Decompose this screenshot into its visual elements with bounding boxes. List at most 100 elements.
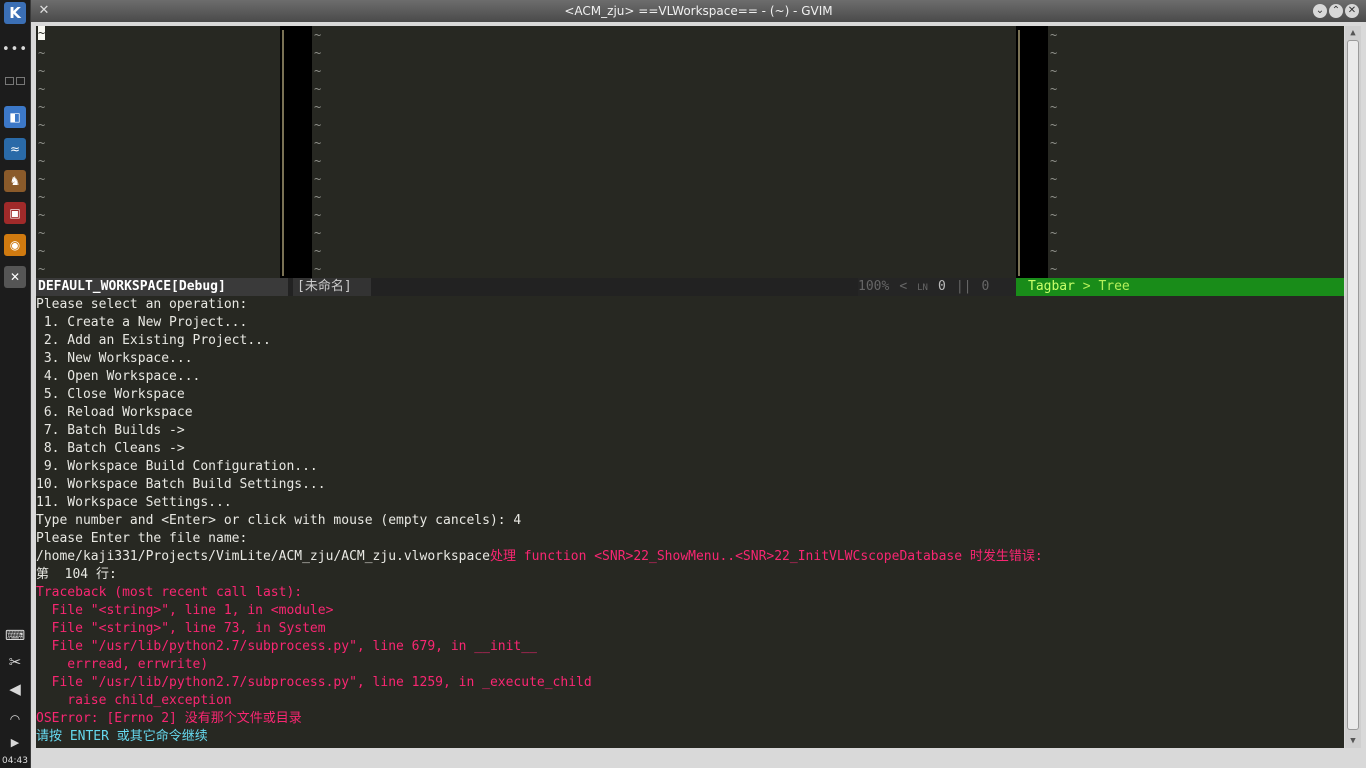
- traceback-line: OSError: [Errno 2] 没有那个文件或目录: [36, 711, 302, 726]
- tagbar-label: Tagbar: [1028, 279, 1075, 294]
- app-launcher-1-icon[interactable]: ◧: [4, 106, 26, 128]
- message-line: 4. Open Workspace...: [36, 369, 201, 384]
- vertical-split[interactable]: [280, 26, 312, 278]
- path-line: /home/kaji331/Projects/VimLite/ACM_zju/A…: [36, 548, 1344, 566]
- empty-line-tilde: ~: [1050, 172, 1058, 186]
- app-launcher-5-icon[interactable]: ◉: [4, 234, 26, 256]
- statusline: DEFAULT_WORKSPACE[Debug] [未命名] 100% < LN 0 |…: [36, 278, 1344, 296]
- wifi-icon[interactable]: ◠: [4, 708, 26, 730]
- empty-line-tilde: ~: [38, 226, 46, 240]
- empty-line-tilde: ~: [38, 82, 46, 96]
- empty-line-tilde: ~: [314, 46, 322, 60]
- traceback-line: File "/usr/lib/python2.7/subprocess.py",…: [36, 639, 537, 654]
- maximize-button[interactable]: ⌃: [1329, 4, 1343, 18]
- message-line: 9. Workspace Build Configuration...: [36, 459, 318, 474]
- gvim-window: ✕ <ACM_zju> ==VLWorkspace== - (~) - GVIM…: [31, 0, 1366, 768]
- vim-editor[interactable]: ~ ~ ~ ~ ~ ~ ~ ~ ~ ~ ~ ~ ~ ~ ~ ~ ~ ~ ~ ~ ~ ~ ~ ~ ~ ~ ~ ~ ~ ~ ~ ~ ~ ~ ~ ~ ~…: [36, 26, 1344, 748]
- tagbar-pane[interactable]: ~ ~ ~ ~ ~ ~ ~ ~ ~ ~ ~ ~ ~ ~: [1048, 26, 1344, 278]
- desktop-pager[interactable]: [4, 72, 26, 90]
- traceback: Traceback (most recent call last): File …: [36, 584, 1344, 728]
- tree-label: Tree: [1098, 279, 1130, 294]
- window-title: <ACM_zju> ==VLWorkspace== - (~) - GVIM: [564, 4, 833, 18]
- empty-line-tilde: ~: [1050, 64, 1058, 78]
- empty-line-tilde: ~: [314, 190, 322, 204]
- workspace-pane[interactable]: ~ ~ ~ ~ ~ ~ ~ ~ ~ ~ ~ ~ ~ ~: [36, 26, 280, 278]
- empty-line-tilde: ~: [314, 82, 322, 96]
- empty-line-tilde: ~: [1050, 244, 1058, 258]
- empty-line-tilde: ~: [38, 172, 46, 186]
- empty-line-tilde: ~: [1050, 118, 1058, 132]
- line-number-message: 第 104 行:: [36, 567, 117, 582]
- message-line: 11. Workspace Settings...: [36, 495, 232, 510]
- scrollbar-thumb[interactable]: [1347, 40, 1359, 730]
- traceback-line: raise child_exception: [36, 693, 232, 708]
- column-number: 0: [981, 279, 990, 294]
- kde-menu-icon[interactable]: K: [4, 2, 26, 24]
- continue-prompt: 请按 ENTER 或其它命令继续: [36, 729, 208, 744]
- empty-line-tilde: ~: [314, 154, 322, 168]
- menu-lines: Please select an operation: 1. Create a …: [36, 296, 1344, 548]
- tree-separator: >: [1082, 279, 1091, 294]
- empty-line-tilde: ~: [38, 208, 46, 222]
- separator: ||: [955, 279, 972, 294]
- empty-line-tilde: ~: [314, 226, 322, 240]
- volume-icon[interactable]: ◀: [4, 678, 26, 700]
- scroll-down-arrow-icon[interactable]: ▼: [1345, 734, 1361, 748]
- scroll-up-arrow-icon[interactable]: ▲: [1345, 26, 1361, 40]
- minimize-button[interactable]: ⌄: [1313, 4, 1327, 18]
- tagbar-status: Tagbar > Tree: [1016, 278, 1344, 296]
- message-line: Please Enter the file name:: [36, 531, 248, 546]
- empty-line-tilde: ~: [1050, 28, 1058, 42]
- traceback-line: File "<string>", line 1, in <module>: [36, 603, 334, 618]
- empty-line-tilde: ~: [1050, 190, 1058, 204]
- empty-line-tilde: ~: [38, 262, 46, 276]
- close-button[interactable]: ✕: [1345, 4, 1359, 18]
- app-launcher-3-icon[interactable]: ♞: [4, 170, 26, 192]
- empty-line-tilde: ~: [1050, 46, 1058, 60]
- empty-line-tilde: ~: [314, 172, 322, 186]
- vertical-scrollbar[interactable]: ▲ ▼: [1345, 26, 1361, 748]
- empty-line-tilde: ~: [38, 136, 46, 150]
- message-line: Please select an operation:: [36, 297, 248, 312]
- traceback-line: File "<string>", line 73, in System: [36, 621, 326, 636]
- message-area: Please select an operation: 1. Create a …: [36, 296, 1344, 746]
- scissors-icon[interactable]: ✂: [4, 651, 26, 673]
- buffer-name: [未命名]: [293, 278, 371, 296]
- message-line: 8. Batch Cleans ->: [36, 441, 185, 456]
- empty-line-tilde: ~: [314, 136, 322, 150]
- file-path: /home/kaji331/Projects/VimLite/ACM_zju/A…: [36, 549, 490, 564]
- line-number-icon: LN: [917, 283, 928, 293]
- expand-tray-icon[interactable]: ▶: [4, 731, 26, 753]
- clock[interactable]: 04:43: [0, 756, 30, 766]
- message-line: 6. Reload Workspace: [36, 405, 193, 420]
- empty-line-tilde: ~: [1050, 154, 1058, 168]
- empty-line-tilde: ~: [38, 190, 46, 204]
- tilde-list: ~ ~ ~ ~ ~ ~ ~ ~ ~ ~ ~ ~ ~ ~: [312, 26, 1016, 278]
- vertical-split[interactable]: [1016, 26, 1048, 278]
- gvim-task-icon[interactable]: ✕: [4, 266, 26, 288]
- message-line: 5. Close Workspace: [36, 387, 185, 402]
- kde-panel: K ••• ◧ ≈ ♞ ▣ ◉ ✕ ⌨ ✂ ◀ ◠ ▶ 04:43: [0, 0, 31, 768]
- traceback-line: Traceback (most recent call last):: [36, 585, 303, 600]
- main-buffer-pane[interactable]: ~ ~ ~ ~ ~ ~ ~ ~ ~ ~ ~ ~ ~ ~: [312, 26, 1016, 278]
- tilde-list: ~ ~ ~ ~ ~ ~ ~ ~ ~ ~ ~ ~ ~: [36, 44, 280, 278]
- empty-line-tilde: ~: [314, 244, 322, 258]
- text-cursor: ~: [38, 26, 46, 40]
- app-launcher-2-icon[interactable]: ≈: [4, 138, 26, 160]
- keyboard-icon[interactable]: ⌨: [4, 625, 26, 647]
- position-info: 100% < LN 0 || 0: [858, 278, 1018, 296]
- tilde-list: ~ ~ ~ ~ ~ ~ ~ ~ ~ ~ ~ ~ ~ ~: [1048, 26, 1344, 278]
- message-line: 2. Add an Existing Project...: [36, 333, 271, 348]
- app-launcher-4-icon[interactable]: ▣: [4, 202, 26, 224]
- empty-line-tilde: ~: [314, 28, 322, 42]
- empty-line-tilde: ~: [38, 64, 46, 78]
- more-dots-icon[interactable]: •••: [2, 38, 27, 60]
- traceback-line: errread, errwrite): [36, 657, 209, 672]
- empty-line-tilde: ~: [314, 118, 322, 132]
- message-line: 7. Batch Builds ->: [36, 423, 185, 438]
- empty-line-tilde: ~: [38, 100, 46, 114]
- empty-line-tilde: ~: [38, 244, 46, 258]
- message-line: 10. Workspace Batch Build Settings...: [36, 477, 326, 492]
- title-bar[interactable]: ✕ <ACM_zju> ==VLWorkspace== - (~) - GVIM…: [31, 0, 1366, 22]
- traceback-line: File "/usr/lib/python2.7/subprocess.py",…: [36, 675, 592, 690]
